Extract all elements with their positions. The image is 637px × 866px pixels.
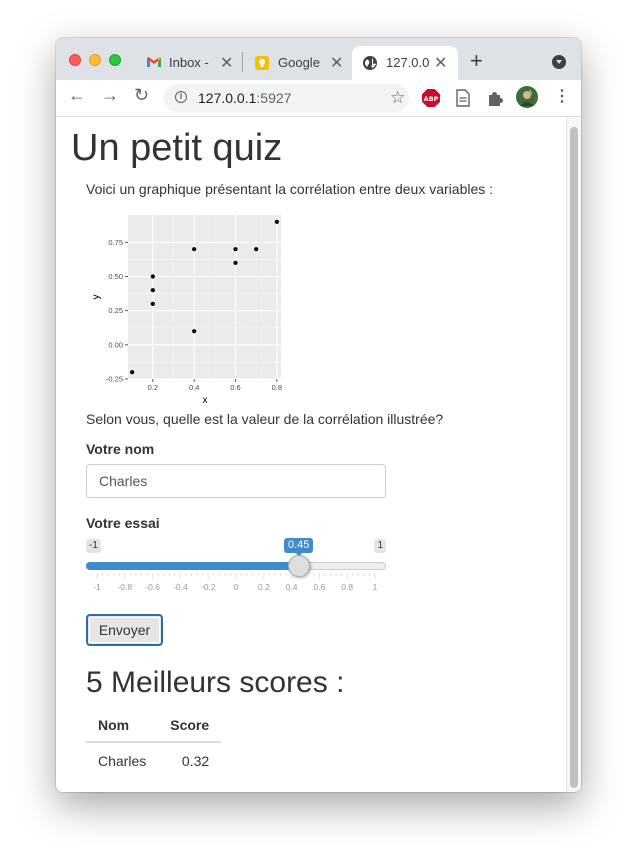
slider-tick-label: 0.4 <box>286 582 298 592</box>
adblock-plus-icon[interactable]: ABP <box>422 89 440 107</box>
tab-title: Inbox - <box>169 55 209 70</box>
back-icon[interactable]: ← <box>68 85 86 106</box>
slider-tick-label: 0.6 <box>313 582 325 592</box>
x-tick-label: 0.6 <box>230 383 240 392</box>
page-title: Un petit quiz <box>71 127 283 169</box>
address-bar[interactable]: i 127.0.0.1:5927 ☆ <box>164 84 409 112</box>
column-header-score: Score <box>158 715 222 743</box>
x-tick-label: 0.2 <box>148 383 158 392</box>
name-input[interactable] <box>86 464 386 498</box>
browser-menu-icon[interactable]: ⋮ <box>554 86 570 106</box>
tab-title: 127.0.0 <box>386 55 430 70</box>
data-point <box>254 247 259 252</box>
google-keep-icon <box>255 56 269 70</box>
slider-tick-label: 0.2 <box>258 582 270 592</box>
minimize-window-button[interactable] <box>89 54 101 66</box>
slider-grid: -1 -0.8 -0.6 -0.4 -0.2 0 0.2 0.4 0.6 0.8 1 <box>93 573 378 592</box>
browser-toolbar: ← → ↻ i 127.0.0.1:5927 ☆ ABP ⋮ <box>56 80 581 117</box>
reload-icon[interactable]: ↻ <box>134 85 149 106</box>
data-point <box>192 329 197 334</box>
y-tick-label: 0.00 <box>108 340 123 349</box>
close-icon[interactable]: ✕ <box>220 53 233 73</box>
data-point <box>233 247 238 252</box>
page-viewport: Un petit quiz Voici un graphique présent… <box>56 117 581 792</box>
slider-tick-label: -0.4 <box>173 582 188 592</box>
data-point <box>150 274 155 279</box>
slider-tick-label: -0.8 <box>117 582 132 592</box>
site-info-icon[interactable]: i <box>175 91 187 103</box>
x-axis-label: x <box>203 395 208 406</box>
slider-tick-label: 0.8 <box>341 582 353 592</box>
profile-avatar[interactable] <box>516 86 538 108</box>
tab-google[interactable]: Google ✕ <box>246 46 348 80</box>
column-header-name: Nom <box>86 715 159 743</box>
scores-table: Nom Score Charles 0.32 <box>86 715 222 771</box>
submit-button[interactable]: Envoyer <box>86 614 163 646</box>
browser-window: Inbox - ✕ Google ✕ 127.0.0 ✕ + ← → ↻ i 1… <box>56 38 581 792</box>
question-text: Selon vous, quelle est la valeur de la c… <box>86 411 444 427</box>
gmail-icon <box>147 57 161 67</box>
tab-separator <box>242 52 243 72</box>
data-point <box>274 219 279 224</box>
tab-localhost[interactable]: 127.0.0 ✕ <box>352 46 458 80</box>
scatter-plot: 0.2 0.4 0.6 0.8 -0.25 0.00 0.25 0.50 0.75 x y <box>91 215 282 406</box>
slider-tick-label: -0.2 <box>201 582 216 592</box>
table-header-row: Nom Score <box>86 715 222 743</box>
slider-max-label: 1 <box>374 539 386 553</box>
data-point <box>150 301 155 306</box>
extensions-puzzle-icon[interactable] <box>486 89 504 107</box>
tab-inbox[interactable]: Inbox - ✕ <box>138 46 244 80</box>
name-label: Votre nom <box>86 441 155 457</box>
tab-search-icon[interactable] <box>552 55 566 69</box>
slider-tick-label: 0 <box>234 582 239 592</box>
url-text: 127.0.0.1:5927 <box>198 90 291 106</box>
slider-tick-label: 1 <box>373 582 378 592</box>
slider-min-label: -1 <box>86 539 101 553</box>
bookmark-star-icon[interactable]: ☆ <box>390 88 405 108</box>
x-tick-label: 0.4 <box>189 383 199 392</box>
maximize-window-button[interactable] <box>109 54 121 66</box>
close-icon[interactable]: ✕ <box>434 53 447 73</box>
data-point <box>233 260 238 265</box>
data-point <box>192 247 197 252</box>
close-window-button[interactable] <box>69 54 81 66</box>
slider-value-label: 0.45 <box>284 538 314 557</box>
new-tab-icon[interactable]: + <box>470 48 483 74</box>
y-tick-label: 0.50 <box>108 272 123 281</box>
table-row: Charles 0.32 <box>86 742 221 771</box>
close-icon[interactable]: ✕ <box>330 53 343 73</box>
guess-label: Votre essai <box>86 515 160 531</box>
scores-heading: 5 Meilleurs scores : <box>86 666 345 699</box>
slider-tick-label: -0.6 <box>145 582 160 592</box>
tab-title: Google <box>278 55 320 70</box>
globe-icon <box>363 56 377 70</box>
forward-icon[interactable]: → <box>101 85 119 106</box>
data-point <box>150 288 155 293</box>
url-host: 127.0.0.1 <box>198 90 257 106</box>
y-axis-label: y <box>91 295 102 300</box>
y-tick-label: -0.25 <box>106 375 123 384</box>
tab-strip: Inbox - ✕ Google ✕ 127.0.0 ✕ + <box>56 38 581 80</box>
score-value-cell: 0.32 <box>181 753 210 769</box>
y-tick-label: 0.75 <box>108 238 123 247</box>
svg-text:ABP: ABP <box>424 95 439 103</box>
vertical-scrollbar[interactable] <box>566 117 581 792</box>
url-port: :5927 <box>256 90 292 106</box>
intro-text: Voici un graphique présentant la corréla… <box>86 181 494 197</box>
slider-fill <box>86 562 298 570</box>
x-tick-label: 0.8 <box>272 383 282 392</box>
y-tick-label: 0.25 <box>108 306 123 315</box>
score-name-cell: Charles <box>98 753 147 769</box>
scrollbar-thumb[interactable] <box>570 127 578 788</box>
document-icon[interactable] <box>456 89 470 107</box>
slider-tick-label: -1 <box>93 582 101 592</box>
guess-slider[interactable]: -1 1 0.45 -1 -0.8 -0.6 -0.4 -0.2 0 0.2 0.4 0.6 0.… <box>86 537 386 597</box>
plot-panel <box>128 215 281 379</box>
data-point <box>130 370 135 375</box>
